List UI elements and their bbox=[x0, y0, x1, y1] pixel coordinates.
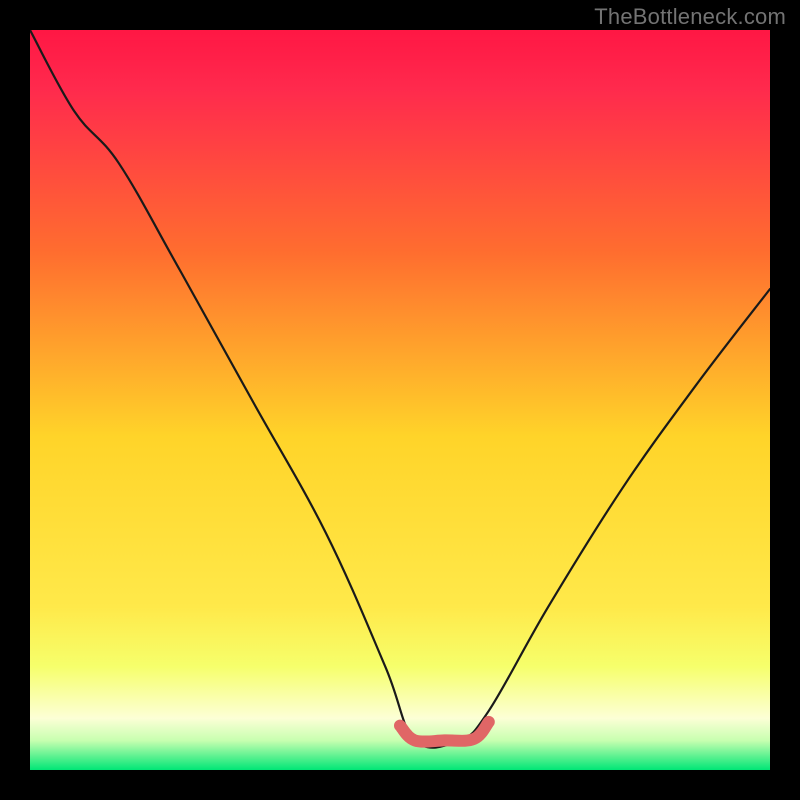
watermark-text: TheBottleneck.com bbox=[594, 4, 786, 30]
chart-frame: TheBottleneck.com bbox=[0, 0, 800, 800]
plot-area bbox=[30, 30, 770, 770]
gradient-background bbox=[30, 30, 770, 770]
chart-svg bbox=[30, 30, 770, 770]
